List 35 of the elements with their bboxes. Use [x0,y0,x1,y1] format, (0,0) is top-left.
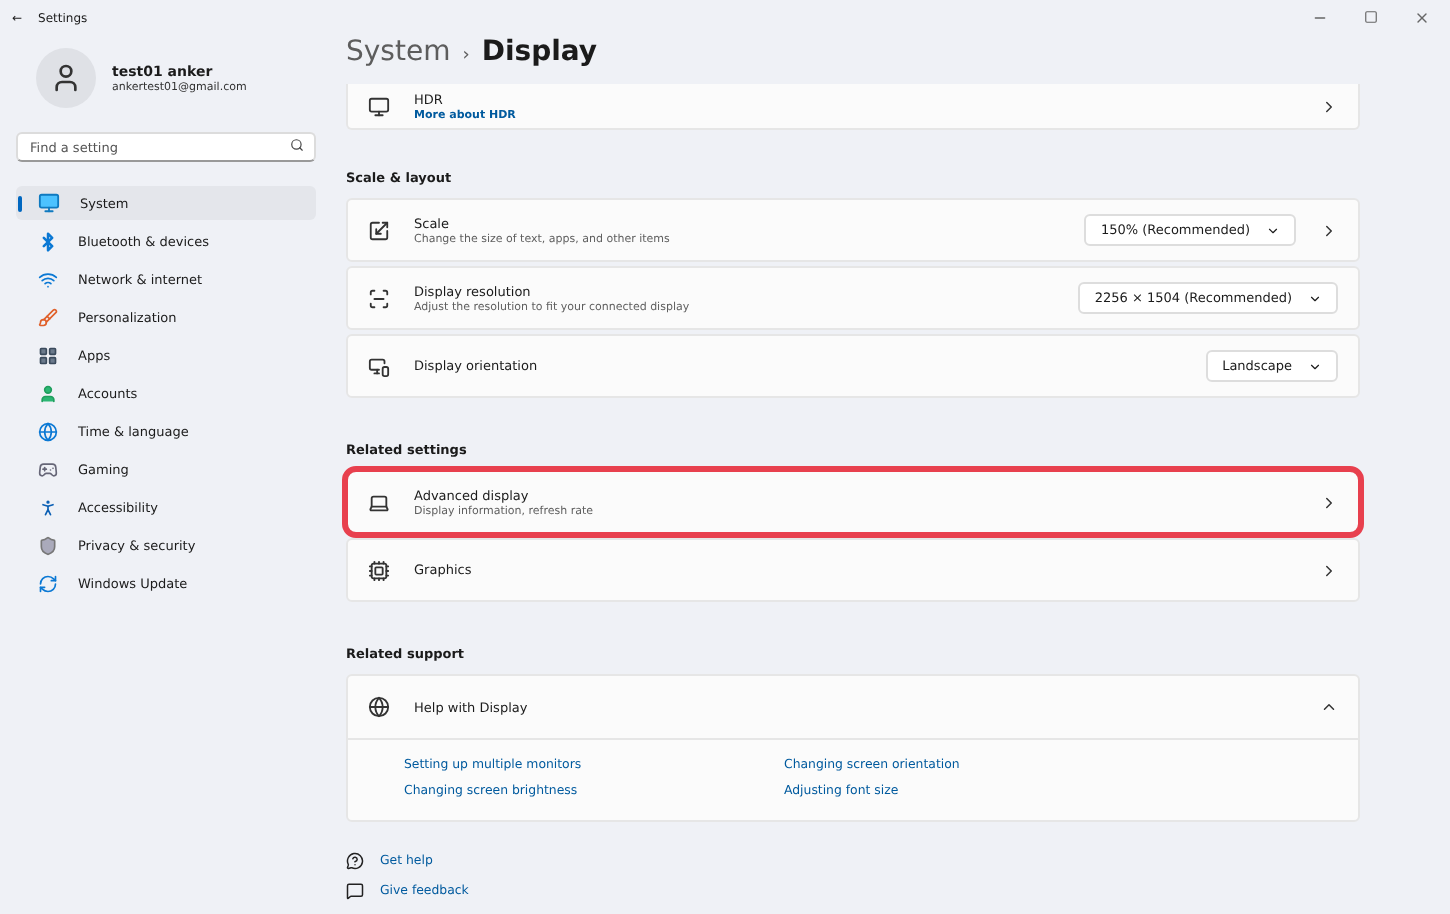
shield-icon [38,535,58,555]
chevron-icon [1320,221,1338,239]
gamepad-icon [38,459,58,479]
laptop-icon [368,491,390,513]
brush-icon [38,307,58,327]
wifi-icon [38,269,58,289]
chevron-icon [1320,561,1338,579]
caret-icon [1308,359,1322,373]
scale-icon [368,219,390,241]
monitor-icon [38,192,60,214]
chevron-icon [1320,97,1338,115]
user-icon [38,383,58,403]
close-icon[interactable] [1414,10,1430,26]
maximize-icon[interactable] [1364,10,1378,24]
caret-icon [1308,291,1322,305]
orientation-icon [368,355,390,377]
help-icon [346,852,364,870]
feedback-icon [346,882,364,900]
globe-icon [368,696,390,718]
breadcrumb-link[interactable]: System [346,36,451,68]
resolution-icon [368,287,390,309]
chevron-up-icon [1320,698,1338,716]
globe-icon [38,421,58,441]
apps-icon [38,345,58,365]
breadcrumb-separator: › [462,46,470,66]
hdr-icon [368,95,390,117]
search-icon [290,138,304,152]
avatar [36,48,96,108]
page-title: Display [481,36,598,68]
bluetooth-icon [38,231,58,251]
caret-icon [1266,223,1280,237]
update-icon [38,573,58,593]
graphics-card-icon [368,559,390,581]
chevron-icon [1320,493,1338,511]
accessibility-icon [38,497,58,517]
